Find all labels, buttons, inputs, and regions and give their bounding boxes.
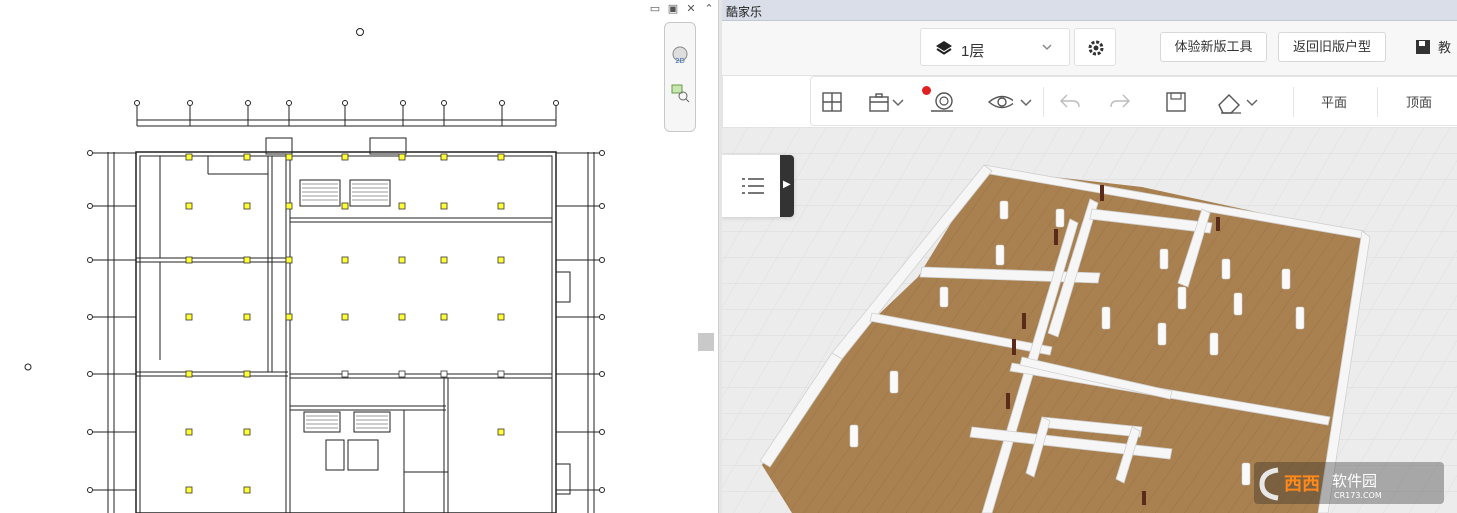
floor-selector[interactable]: 1层 bbox=[920, 28, 1070, 66]
side-panel-toggle[interactable]: ▶ bbox=[780, 155, 794, 217]
eraser-icon[interactable] bbox=[1215, 89, 1241, 115]
top-bar: 1层 体验新版工具 返回旧版户型 教 bbox=[722, 21, 1457, 76]
kujiale-app: 酷家乐 1层 体验新版工具 返回旧版户型 教 平面 顶面 ▶ 西西 软件园 CR… bbox=[722, 0, 1457, 513]
minimize-icon[interactable]: ▭ bbox=[648, 2, 662, 16]
toolbar-divider bbox=[1377, 87, 1378, 117]
chevron-down-icon[interactable] bbox=[891, 89, 905, 115]
list-icon bbox=[742, 178, 764, 194]
eye-icon[interactable] bbox=[987, 89, 1013, 115]
svg-text:西西: 西西 bbox=[1284, 474, 1320, 495]
chevron-down-icon[interactable] bbox=[1245, 89, 1259, 115]
3d-viewport[interactable] bbox=[722, 127, 1457, 513]
view-navigation-bar: 2D bbox=[664, 22, 696, 132]
floor-label: 1层 bbox=[961, 43, 985, 60]
try-new-tool-button[interactable]: 体验新版工具 bbox=[1160, 32, 1267, 62]
toolbar-divider bbox=[1293, 87, 1294, 117]
cad-scrollbar-thumb[interactable] bbox=[698, 333, 714, 351]
close-icon[interactable]: ✕ bbox=[684, 2, 698, 16]
svg-text:CR173.COM: CR173.COM bbox=[1334, 491, 1382, 500]
column-tool-icon[interactable] bbox=[927, 89, 953, 115]
save-label: 教 bbox=[1438, 40, 1452, 55]
toolbar-divider bbox=[1043, 87, 1044, 117]
drawing-toolbar: 平面 顶面 bbox=[810, 76, 1457, 126]
app-titlebar: 酷家乐 bbox=[722, 0, 1457, 21]
app-title: 酷家乐 bbox=[726, 5, 763, 19]
toolbox-icon[interactable] bbox=[867, 89, 893, 115]
svg-text:软件园: 软件园 bbox=[1332, 472, 1377, 490]
chevron-right-icon: ▶ bbox=[783, 179, 791, 190]
view-top-button[interactable]: 顶面 bbox=[1406, 92, 1432, 111]
gear-icon bbox=[1088, 40, 1104, 56]
back-to-old-button[interactable]: 返回旧版户型 bbox=[1278, 32, 1386, 62]
zoom-window-icon[interactable] bbox=[668, 81, 692, 105]
view-plan-button[interactable]: 平面 bbox=[1321, 92, 1347, 111]
watermark-graphic: 西西 软件园 CR173.COM bbox=[1254, 462, 1444, 504]
save-icon[interactable] bbox=[1163, 89, 1189, 115]
settings-button[interactable] bbox=[1074, 28, 1116, 66]
save-button[interactable]: 教 bbox=[1414, 37, 1451, 56]
cad-window-controls: ▭ ▣ ✕ ⌃ bbox=[648, 0, 716, 18]
redo-icon[interactable] bbox=[1107, 89, 1133, 115]
svg-text:2D: 2D bbox=[675, 57, 685, 65]
cad-drawing-pane[interactable] bbox=[0, 0, 640, 513]
collapse-icon[interactable]: ⌃ bbox=[702, 2, 716, 16]
undo-icon[interactable] bbox=[1057, 89, 1083, 115]
restore-icon[interactable]: ▣ bbox=[666, 2, 680, 16]
save-icon bbox=[1416, 39, 1430, 54]
view-2d-icon[interactable]: 2D bbox=[668, 43, 692, 67]
chevron-down-icon[interactable] bbox=[1019, 89, 1033, 115]
layers-icon bbox=[936, 41, 952, 55]
room-icon[interactable] bbox=[819, 89, 845, 115]
chevron-down-icon bbox=[1042, 44, 1052, 51]
watermark-logo: 西西 软件园 CR173.COM bbox=[1254, 462, 1444, 504]
cad-floorplan bbox=[24, 28, 605, 513]
